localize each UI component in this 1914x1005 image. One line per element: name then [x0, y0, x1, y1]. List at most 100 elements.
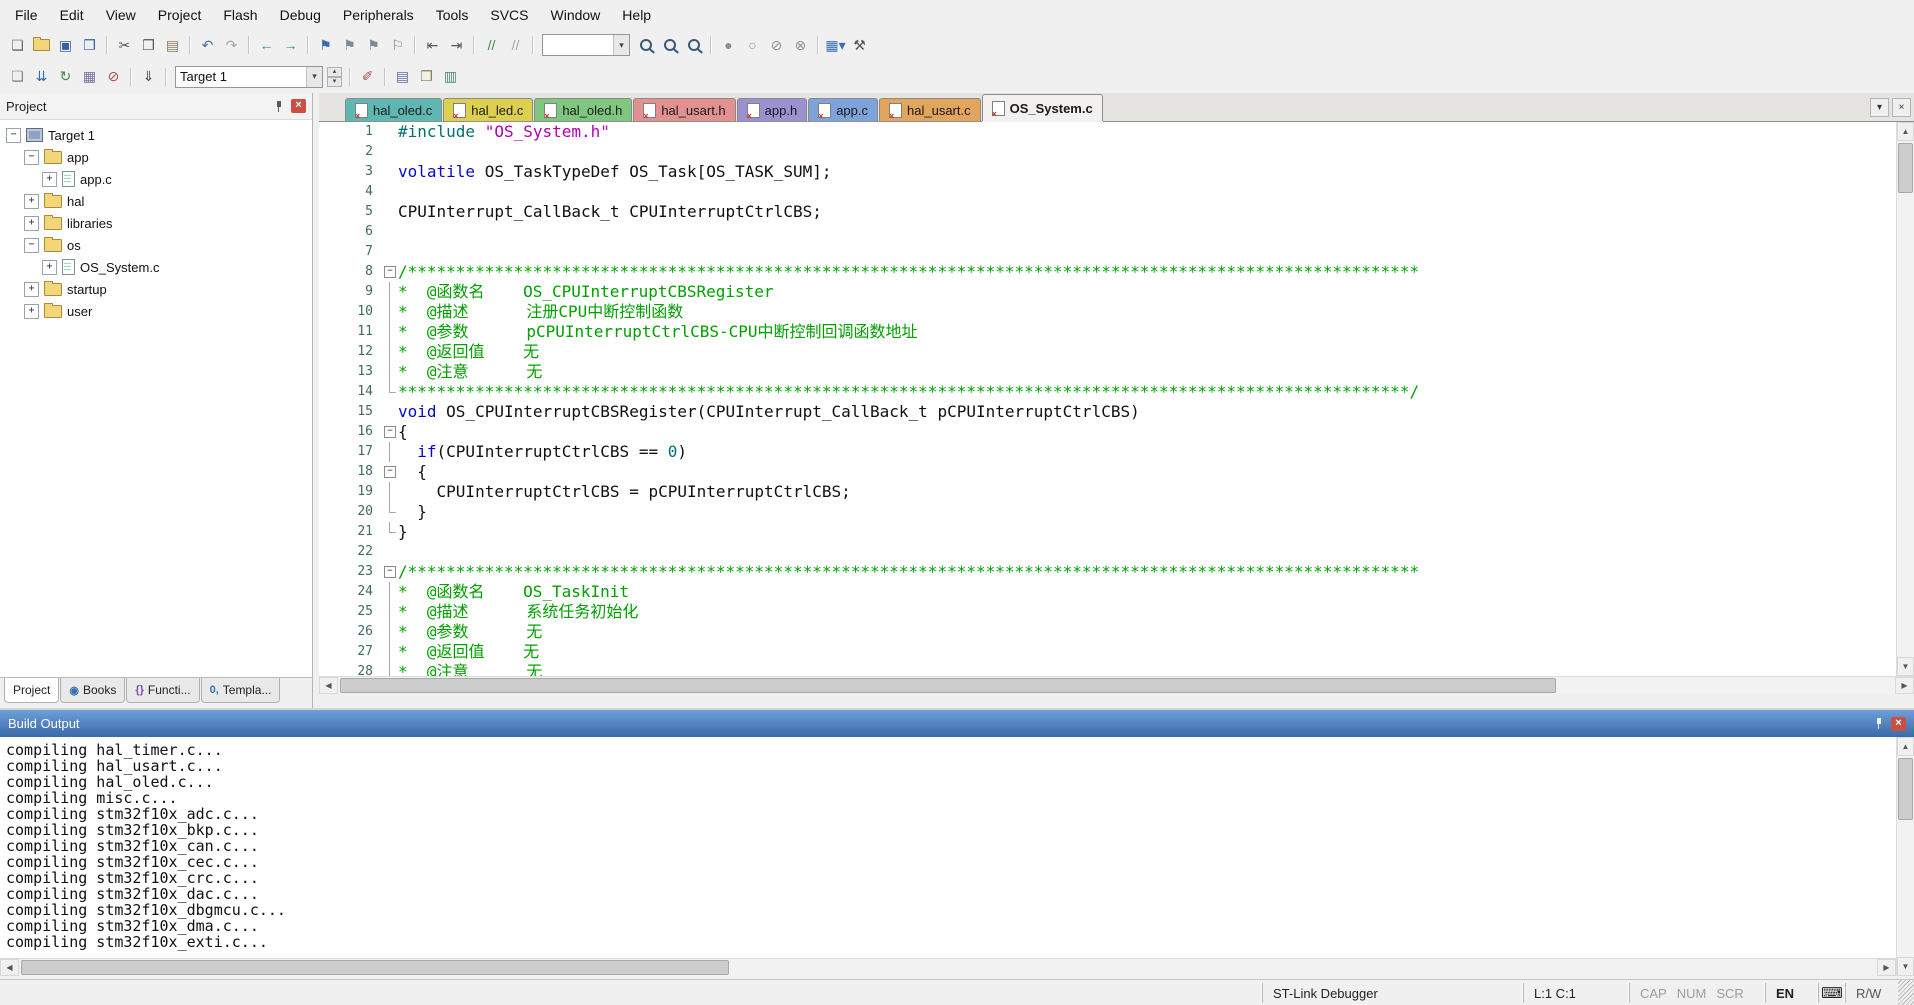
bookmark-prev-icon[interactable]: ⚑	[338, 34, 361, 56]
find-icon[interactable]	[658, 34, 681, 56]
pin-icon[interactable]	[1872, 717, 1885, 730]
scroll-up-icon[interactable]: ▲	[1897, 737, 1914, 756]
close-icon[interactable]: ×	[291, 99, 306, 113]
incremental-find-icon[interactable]	[682, 34, 705, 56]
tab-hal-oled-h[interactable]: hal_oled.h	[534, 98, 633, 121]
kill-all-breakpoints-icon[interactable]: ⊗	[789, 34, 812, 56]
bookmark-next-icon[interactable]: ⚑	[362, 34, 385, 56]
pin-icon[interactable]	[272, 100, 285, 113]
resize-grip[interactable]	[1898, 980, 1914, 1005]
fold-toggle-icon[interactable]: −	[384, 266, 396, 278]
scroll-right-icon[interactable]: ▶	[1877, 959, 1896, 976]
cut-icon[interactable]: ✂	[113, 34, 136, 56]
chevron-down-icon[interactable]: ▾	[306, 66, 322, 87]
redo-icon[interactable]: ↷	[220, 34, 243, 56]
expand-toggle-icon[interactable]: +	[24, 193, 39, 209]
expand-toggle-icon[interactable]: −	[6, 127, 21, 143]
tab-hal-usart-h[interactable]: hal_usart.h	[633, 98, 736, 121]
insert-breakpoint-icon[interactable]: ●	[717, 34, 740, 56]
tree-item-hal[interactable]: + hal	[0, 190, 312, 212]
quick-search-combo[interactable]: ▾	[542, 34, 630, 56]
build-vertical-scrollbar[interactable]: ▲ ▼	[1896, 737, 1914, 976]
bottom-tab-functi[interactable]: {} Functi...	[126, 678, 200, 703]
menu-item-svcs[interactable]: SVCS	[479, 0, 539, 30]
save-all-icon[interactable]: ❒	[78, 34, 101, 56]
scroll-track[interactable]	[338, 677, 1895, 694]
tab-hal-usart-c[interactable]: hal_usart.c	[879, 98, 981, 121]
tab-os-system-c[interactable]: OS_System.c	[981, 94, 1103, 121]
tab-hal-oled-c[interactable]: hal_oled.c	[345, 98, 443, 121]
target-spin[interactable]: ▴ ▾	[327, 66, 342, 87]
bottom-tab-templa[interactable]: 0, Templa...	[200, 678, 281, 703]
tree-item-os-system-c[interactable]: + OS_System.c	[0, 256, 312, 278]
expand-toggle-icon[interactable]: +	[42, 259, 57, 275]
scroll-track[interactable]	[1897, 756, 1914, 957]
menu-item-flash[interactable]: Flash	[212, 0, 268, 30]
tree-item-user[interactable]: + user	[0, 300, 312, 322]
tree-item-os[interactable]: − os	[0, 234, 312, 256]
menu-item-view[interactable]: View	[95, 0, 147, 30]
copy-icon[interactable]: ❐	[137, 34, 160, 56]
manage-rte-icon[interactable]: ▥	[439, 66, 462, 88]
fold-toggle-icon[interactable]: −	[384, 426, 396, 438]
expand-toggle-icon[interactable]: +	[42, 171, 57, 187]
expand-toggle-icon[interactable]: +	[24, 281, 39, 297]
file-extensions-icon[interactable]: ▤	[391, 66, 414, 88]
open-file-icon[interactable]	[30, 34, 53, 56]
fold-toggle-icon[interactable]: −	[384, 566, 396, 578]
enable-breakpoint-icon[interactable]: ○	[741, 34, 764, 56]
spin-down-icon[interactable]: ▾	[327, 76, 342, 87]
scroll-left-icon[interactable]: ◀	[319, 677, 338, 694]
close-icon[interactable]: ×	[1891, 716, 1906, 731]
scroll-thumb[interactable]	[340, 678, 1557, 693]
chevron-down-icon[interactable]: ▾	[613, 35, 629, 55]
bottom-tab-project[interactable]: Project	[4, 678, 60, 703]
uncomment-icon[interactable]: //	[504, 34, 527, 56]
expand-toggle-icon[interactable]: −	[24, 237, 39, 253]
stop-build-icon[interactable]: ⊘	[102, 66, 125, 88]
scroll-track[interactable]	[1897, 141, 1914, 657]
tree-item-target-1[interactable]: − Target 1	[0, 124, 312, 146]
debug-windows-dropdown-icon[interactable]: ▦▾	[824, 34, 847, 56]
configure-icon[interactable]: ⚒	[848, 34, 871, 56]
batch-build-icon[interactable]: ▦	[78, 66, 101, 88]
editor-horizontal-scrollbar[interactable]: ◀ ▶	[319, 676, 1914, 694]
rebuild-all-icon[interactable]: ↻	[54, 66, 77, 88]
close-file-icon[interactable]: ×	[1892, 98, 1911, 117]
comment-icon[interactable]: //	[480, 34, 503, 56]
navigate-back-icon[interactable]: ←	[255, 34, 278, 56]
tab-hal-led-c[interactable]: hal_led.c	[443, 98, 534, 121]
bottom-tab-books[interactable]: ◉ Books	[60, 678, 126, 703]
spin-up-icon[interactable]: ▴	[327, 66, 342, 77]
menu-item-edit[interactable]: Edit	[49, 0, 95, 30]
scroll-left-icon[interactable]: ◀	[0, 959, 19, 976]
code-editor[interactable]: 1 #include "OS_System.h" 2 3 volatile OS_Tas…	[319, 122, 1896, 676]
expand-toggle-icon[interactable]: +	[24, 303, 39, 319]
disable-all-breakpoints-icon[interactable]: ⊘	[765, 34, 788, 56]
tree-item-app-c[interactable]: + app.c	[0, 168, 312, 190]
tab-app-h[interactable]: app.h	[736, 98, 808, 121]
scroll-down-icon[interactable]: ▼	[1897, 657, 1914, 676]
expand-toggle-icon[interactable]: +	[24, 215, 39, 231]
menu-item-peripherals[interactable]: Peripherals	[332, 0, 425, 30]
scroll-thumb[interactable]	[21, 960, 730, 975]
save-icon[interactable]: ▣	[54, 34, 77, 56]
options-for-target-icon[interactable]: ✐	[356, 66, 379, 88]
bookmark-toggle-icon[interactable]: ⚑	[314, 34, 337, 56]
translate-file-icon[interactable]: ❏	[6, 66, 29, 88]
new-file-icon[interactable]: ❏	[6, 34, 29, 56]
tree-item-app[interactable]: − app	[0, 146, 312, 168]
menu-item-project[interactable]: Project	[147, 0, 213, 30]
menu-item-help[interactable]: Help	[611, 0, 662, 30]
editor-vertical-scrollbar[interactable]: ▲ ▼	[1896, 122, 1914, 676]
download-icon[interactable]: ⇓	[137, 66, 160, 88]
menu-item-debug[interactable]: Debug	[269, 0, 332, 30]
scroll-right-icon[interactable]: ▶	[1895, 677, 1914, 694]
build-horizontal-scrollbar[interactable]: ◀ ▶	[0, 958, 1896, 976]
scroll-track[interactable]	[19, 959, 1877, 976]
indent-icon[interactable]: ⇥	[445, 34, 468, 56]
bookmark-clear-icon[interactable]: ⚐	[386, 34, 409, 56]
menu-item-tools[interactable]: Tools	[425, 0, 480, 30]
tree-item-libraries[interactable]: + libraries	[0, 212, 312, 234]
expand-toggle-icon[interactable]: −	[24, 149, 39, 165]
